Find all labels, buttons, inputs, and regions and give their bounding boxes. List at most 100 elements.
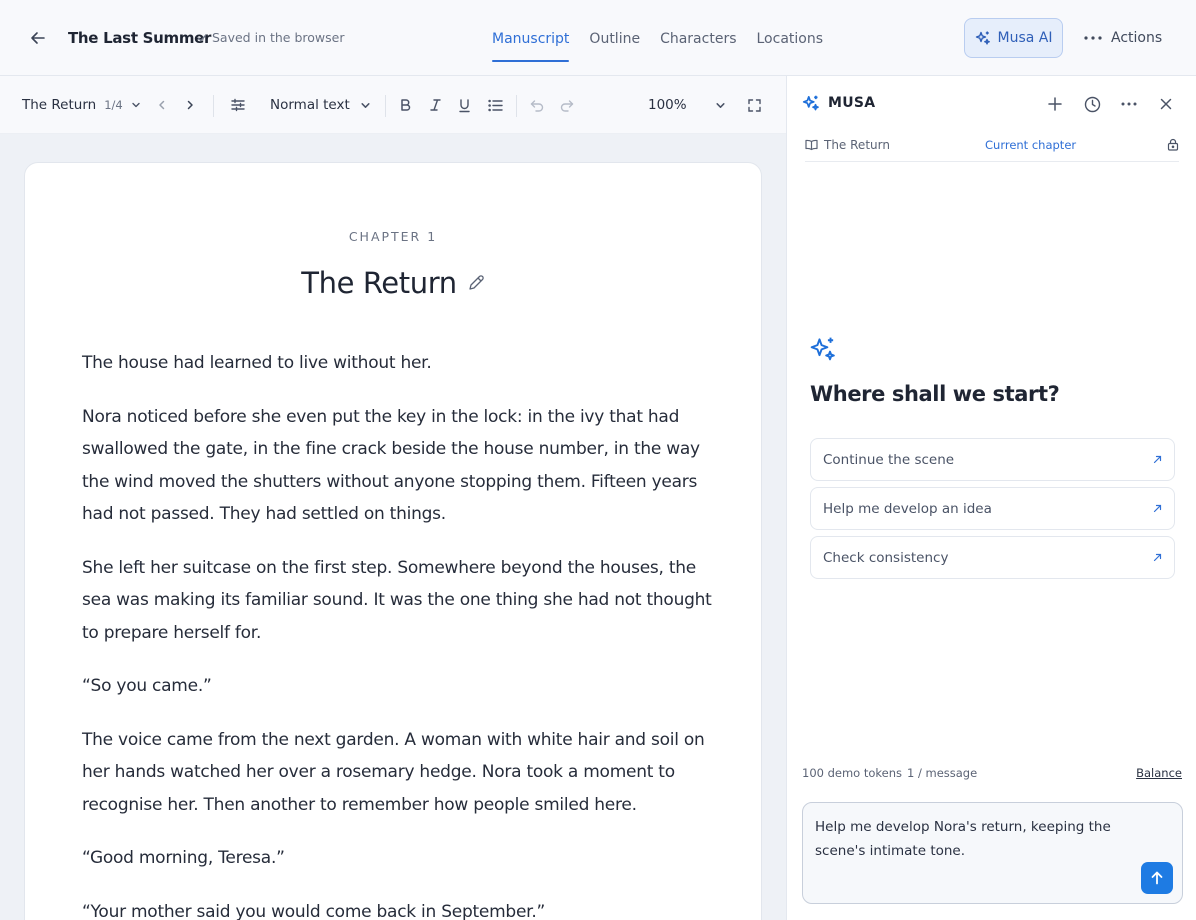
paragraph[interactable]: She left her suitcase on the first step.… (82, 552, 712, 650)
clock-icon (1084, 96, 1100, 112)
pencil-icon[interactable] (467, 274, 485, 292)
context-chapter-name: The Return (824, 137, 890, 152)
welcome-title: Where shall we start? (810, 382, 1060, 406)
format-settings-button[interactable] (230, 76, 246, 134)
close-panel-button[interactable] (1155, 93, 1177, 115)
balance-link[interactable]: Balance (1136, 766, 1182, 780)
suggestion-list: Continue the scene Help me develop an id… (810, 438, 1175, 585)
back-button[interactable] (26, 26, 50, 50)
manuscript-page[interactable]: CHAPTER 1 The Return The house had learn… (24, 162, 762, 920)
chapter-title[interactable]: The Return (301, 266, 457, 300)
message-input[interactable] (815, 815, 1135, 873)
paragraph[interactable]: The house had learned to live without he… (82, 347, 712, 380)
send-button[interactable] (1141, 862, 1173, 894)
toolbar-divider (516, 95, 517, 117)
sparkles-icon (802, 95, 819, 111)
paragraph[interactable]: “So you came.” (82, 670, 712, 703)
underline-icon (459, 98, 470, 112)
paragraph[interactable]: Nora noticed before she even put the key… (82, 401, 712, 531)
underline-button[interactable] (458, 76, 471, 134)
saved-status: Saved in the browser (197, 30, 344, 45)
zoom-value: 100% (648, 97, 687, 113)
italic-button[interactable] (429, 76, 442, 134)
bold-icon (401, 99, 411, 111)
chevron-right-icon (187, 100, 193, 110)
token-cost: 1 / message (907, 766, 978, 780)
chapter-body[interactable]: The house had learned to live without he… (82, 347, 712, 920)
suggestion-label: Check consistency (823, 549, 949, 566)
previous-chapter-button[interactable] (156, 76, 168, 134)
suggestion-continue-scene[interactable]: Continue the scene (810, 438, 1175, 481)
musa-ai-button[interactable]: Musa AI (964, 18, 1063, 58)
fullscreen-button[interactable] (748, 76, 761, 134)
chapter-selector[interactable]: The Return 1/4 (22, 76, 141, 134)
paragraph[interactable]: The voice came from the next garden. A w… (82, 724, 712, 822)
more-horizontal-icon (1121, 102, 1137, 106)
redo-button[interactable] (560, 76, 574, 134)
fullscreen-icon (748, 98, 761, 112)
token-info: 100 demo tokens 1 / message Balance (802, 766, 1182, 780)
arrow-up-right-icon (1153, 504, 1162, 513)
chevron-down-icon (132, 102, 140, 108)
chapter-selector-name: The Return (22, 97, 97, 113)
suggestion-develop-idea[interactable]: Help me develop an idea (810, 487, 1175, 530)
toolbar-divider (385, 95, 386, 117)
main-nav: Manuscript Outline Characters Locations (492, 0, 823, 76)
tab-manuscript[interactable]: Manuscript (492, 0, 570, 76)
suggestion-label: Help me develop an idea (823, 500, 992, 517)
list-icon (488, 99, 503, 111)
suggestion-check-consistency[interactable]: Check consistency (810, 536, 1175, 579)
list-button[interactable] (488, 76, 503, 134)
tab-outline[interactable]: Outline (589, 0, 640, 76)
panel-brand-label: MUSA (828, 95, 876, 111)
suggestion-label: Continue the scene (823, 451, 955, 468)
redo-icon (560, 99, 574, 112)
chevron-down-icon (716, 102, 725, 108)
close-icon (1160, 98, 1172, 110)
saved-status-label: Saved in the browser (212, 30, 345, 45)
token-count: 100 demo tokens (802, 766, 903, 780)
arrow-up-right-icon (1153, 553, 1162, 562)
editor-area[interactable]: CHAPTER 1 The Return The house had learn… (0, 134, 786, 920)
new-chat-button[interactable] (1044, 93, 1066, 115)
chapter-position: 1/4 (104, 98, 123, 112)
history-button[interactable] (1081, 93, 1103, 115)
chevron-left-icon (159, 100, 165, 110)
undo-icon (530, 99, 544, 112)
context-bar: The Return Current chapter (805, 128, 1179, 162)
paragraph[interactable]: “Your mother said you would come back in… (82, 896, 712, 920)
editor-toolbar: The Return 1/4 Normal text 100% (0, 76, 786, 134)
panel-more-button[interactable] (1118, 93, 1140, 115)
arrow-up-icon (1151, 871, 1163, 885)
musa-ai-label: Musa AI (997, 30, 1053, 46)
paragraph[interactable]: “Good morning, Teresa.” (82, 842, 712, 875)
check-icon (197, 34, 207, 41)
top-bar: The Last Summer Saved in the browser Man… (0, 0, 1196, 76)
sparkles-icon (810, 337, 835, 361)
text-style-value: Normal text (270, 97, 350, 113)
tab-characters[interactable]: Characters (660, 0, 736, 76)
document-title: The Last Summer (68, 29, 212, 47)
italic-icon (430, 99, 441, 111)
tab-locations[interactable]: Locations (757, 0, 824, 76)
arrow-up-right-icon (1153, 455, 1162, 464)
lock-icon[interactable] (1167, 138, 1179, 151)
plus-icon (1048, 97, 1062, 111)
sliders-icon (231, 98, 245, 112)
chapter-heading: The Return (25, 266, 761, 300)
chapter-label: CHAPTER 1 (348, 229, 438, 244)
toolbar-divider (213, 95, 214, 117)
context-scope-link[interactable]: Current chapter (985, 138, 1076, 152)
zoom-select[interactable]: 100% (648, 76, 726, 134)
sparkles-icon (975, 31, 990, 45)
more-horizontal-icon (1084, 36, 1102, 40)
bold-button[interactable] (399, 76, 412, 134)
undo-button[interactable] (530, 76, 544, 134)
panel-brand: MUSA (802, 94, 875, 112)
actions-button[interactable]: Actions (1084, 18, 1176, 58)
context-chapter: The Return (805, 138, 890, 152)
next-chapter-button[interactable] (184, 76, 196, 134)
musa-panel: MUSA The Return Current chapter Where sh… (786, 76, 1196, 920)
text-style-select[interactable]: Normal text (270, 76, 371, 134)
book-open-icon (805, 139, 818, 150)
